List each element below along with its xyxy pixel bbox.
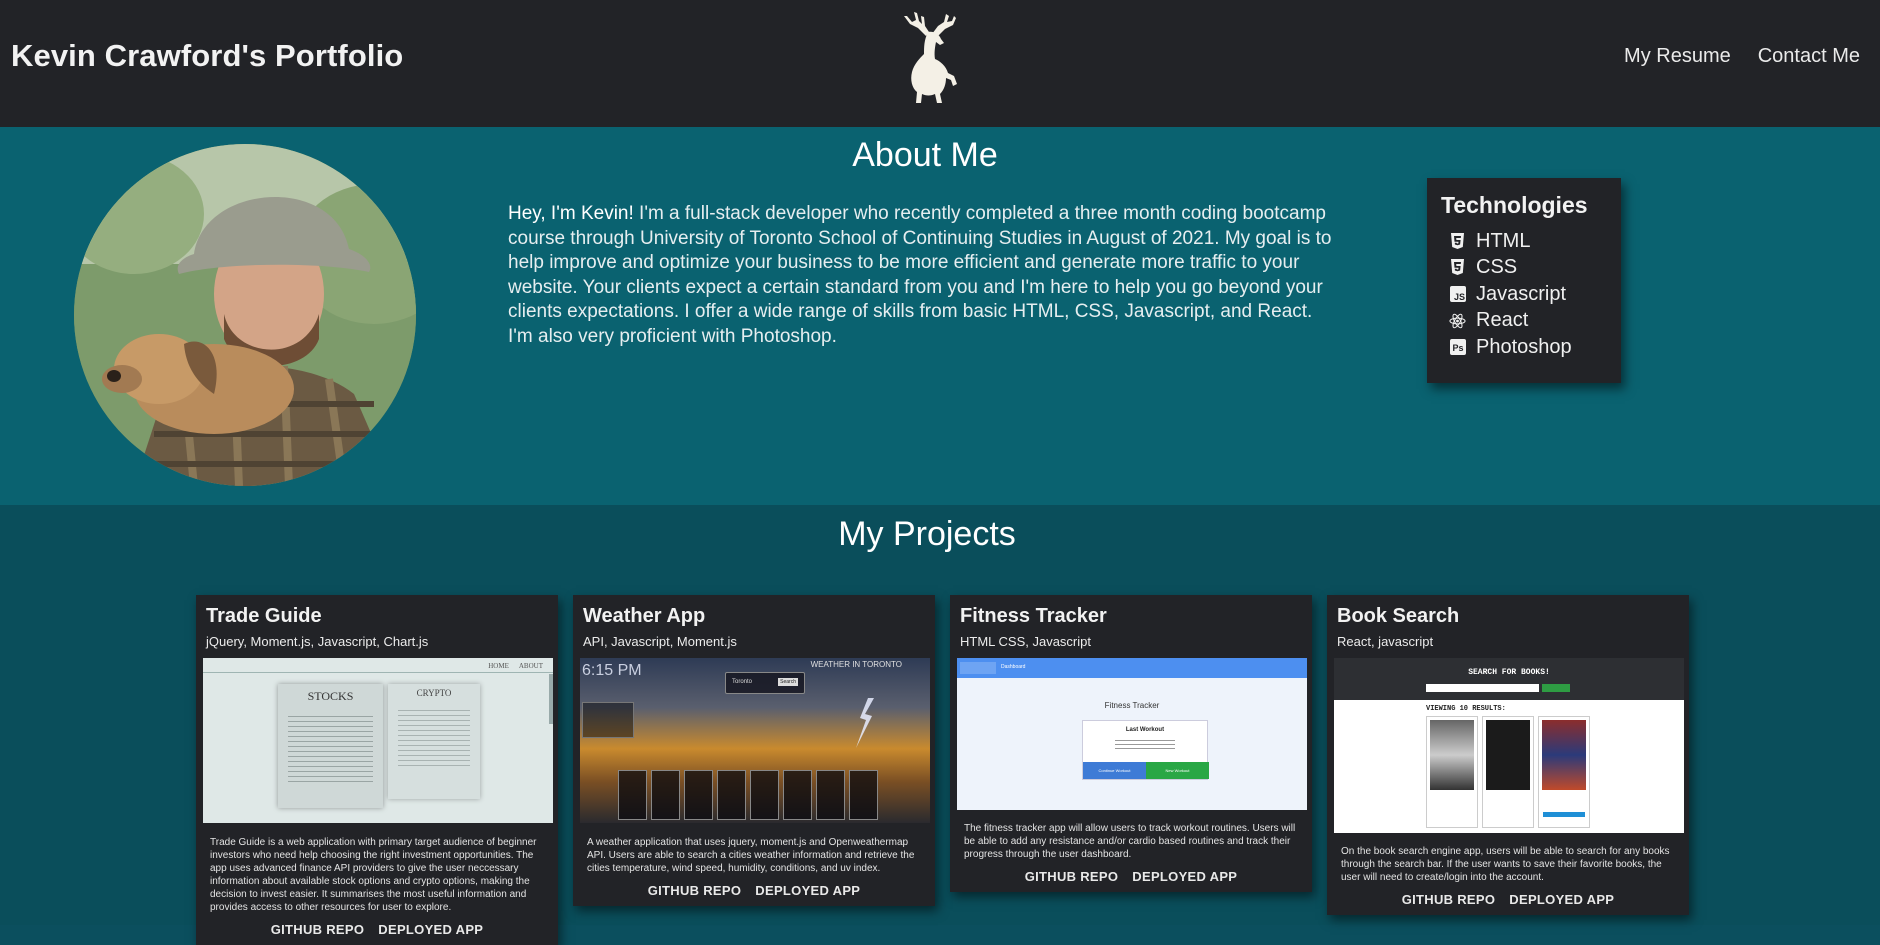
project-links: GITHUB REPO DEPLOYED APP [580,883,928,898]
project-card-fitness-tracker: Fitness Tracker HTML CSS, Javascript Das… [950,595,1312,892]
projects-section: My Projects Trade Guide jQuery, Moment.j… [0,505,1880,945]
project-description: The fitness tracker app will allow users… [964,823,1296,860]
project-description: Trade Guide is a web application with pr… [210,837,537,913]
svg-text:Ps: Ps [1452,343,1463,353]
screenshot-city: WEATHER IN TORONTO [810,660,902,669]
project-description: A weather application that uses jquery, … [587,837,915,874]
screenshot-panel-stocks: STOCKS [307,689,354,703]
project-screenshot[interactable]: Dashboard Fitness Tracker Last Workout C… [957,658,1307,810]
about-title: About Me [852,136,998,174]
screenshot-nav-home: HOME [488,662,509,670]
tech-item-javascript: JS Javascript [1441,281,1607,308]
project-screenshot[interactable]: 6:15 PM WEATHER IN TORONTO Toronto Searc… [580,658,930,823]
project-links: GITHUB REPO DEPLOYED APP [957,869,1305,884]
tech-label-html: HTML [1476,229,1531,252]
project-title: Book Search [1337,605,1460,627]
screenshot-time: 6:15 PM [582,662,642,679]
screenshot-new-workout-button: New Workout [1146,762,1209,779]
about-section: About Me Hey, I'm Kevin! I'm a full-stac… [0,127,1880,505]
technologies-panel: Technologies HTML CSS JS Javascript Reac… [1427,178,1621,383]
profile-photo [74,144,416,486]
project-card-book-search: Book Search React, javascript SEARCH FOR… [1327,595,1689,915]
project-title: Weather App [583,605,706,627]
css3-icon [1449,258,1466,277]
project-tech: React, javascript [1337,634,1434,649]
screenshot-app-title: Fitness Tracker [1104,701,1160,710]
main-nav: My Resume Contact Me [1624,45,1860,68]
github-repo-link[interactable]: GITHUB REPO [648,883,742,898]
about-body: I'm a full-stack developer who recently … [508,203,1332,347]
project-description: On the book search engine app, users wil… [1341,846,1670,883]
tech-item-html: HTML [1441,228,1607,255]
project-tech: jQuery, Moment.js, Javascript, Chart.js [206,634,429,649]
svg-text:JS: JS [1454,292,1465,302]
project-screenshot[interactable]: HOME ABOUT STOCKS CRYPTO [203,658,553,823]
project-screenshot[interactable]: SEARCH FOR BOOKS! VIEWING 10 RESULTS: [1334,658,1684,833]
deployed-app-link[interactable]: DEPLOYED APP [1509,892,1614,907]
technologies-title: Technologies [1441,192,1588,218]
screenshot-search-value: Toronto [732,679,753,685]
js-icon: JS [1449,285,1466,304]
react-icon [1449,311,1466,330]
tech-item-react: React [1441,308,1607,335]
github-repo-link[interactable]: GITHUB REPO [1025,869,1119,884]
nav-resume-link[interactable]: My Resume [1624,45,1731,68]
github-repo-link[interactable]: GITHUB REPO [1402,892,1496,907]
deer-icon[interactable] [888,10,966,106]
project-card-weather-app: Weather App API, Javascript, Moment.js 6… [573,595,935,906]
project-tech: HTML CSS, Javascript [960,634,1091,649]
deployed-app-link[interactable]: DEPLOYED APP [378,922,483,937]
project-card-trade-guide: Trade Guide jQuery, Moment.js, Javascrip… [196,595,558,945]
tech-item-photoshop: Ps Photoshop [1441,334,1607,361]
site-title[interactable]: Kevin Crawford's Portfolio [11,38,403,74]
html5-icon [1449,232,1466,251]
tech-label-css: CSS [1476,256,1518,279]
screenshot-books-results: VIEWING 10 RESULTS: [1426,705,1506,713]
screenshot-search-button: Search [778,678,798,686]
project-tech: API, Javascript, Moment.js [583,634,737,649]
nav-contact-link[interactable]: Contact Me [1758,45,1860,68]
project-links: GITHUB REPO DEPLOYED APP [1334,892,1682,907]
screenshot-continue-button: Continue Workout [1083,762,1146,779]
project-title: Fitness Tracker [960,605,1107,627]
screenshot-card-title: Last Workout [1125,727,1165,733]
projects-title: My Projects [838,515,1016,553]
tech-label-react: React [1476,309,1529,332]
deployed-app-link[interactable]: DEPLOYED APP [755,883,860,898]
screenshot-nav-about: ABOUT [518,662,543,670]
tech-label-photoshop: Photoshop [1476,335,1572,358]
about-lead: Hey, I'm Kevin! [508,203,634,224]
project-title: Trade Guide [206,605,322,627]
site-header: Kevin Crawford's Portfolio My Resume Con… [0,0,1880,127]
tech-item-css: CSS [1441,255,1607,282]
screenshot-books-heading: SEARCH FOR BOOKS! [1468,668,1550,677]
project-links: GITHUB REPO DEPLOYED APP [203,922,551,937]
tech-label-javascript: Javascript [1476,282,1567,305]
github-repo-link[interactable]: GITHUB REPO [271,922,365,937]
about-description: Hey, I'm Kevin! I'm a full-stack develop… [508,202,1338,349]
screenshot-tab-dashboard: Dashboard [1001,664,1026,670]
screenshot-panel-crypto: CRYPTO [416,688,452,698]
photoshop-icon: Ps [1449,338,1466,357]
deployed-app-link[interactable]: DEPLOYED APP [1132,869,1237,884]
